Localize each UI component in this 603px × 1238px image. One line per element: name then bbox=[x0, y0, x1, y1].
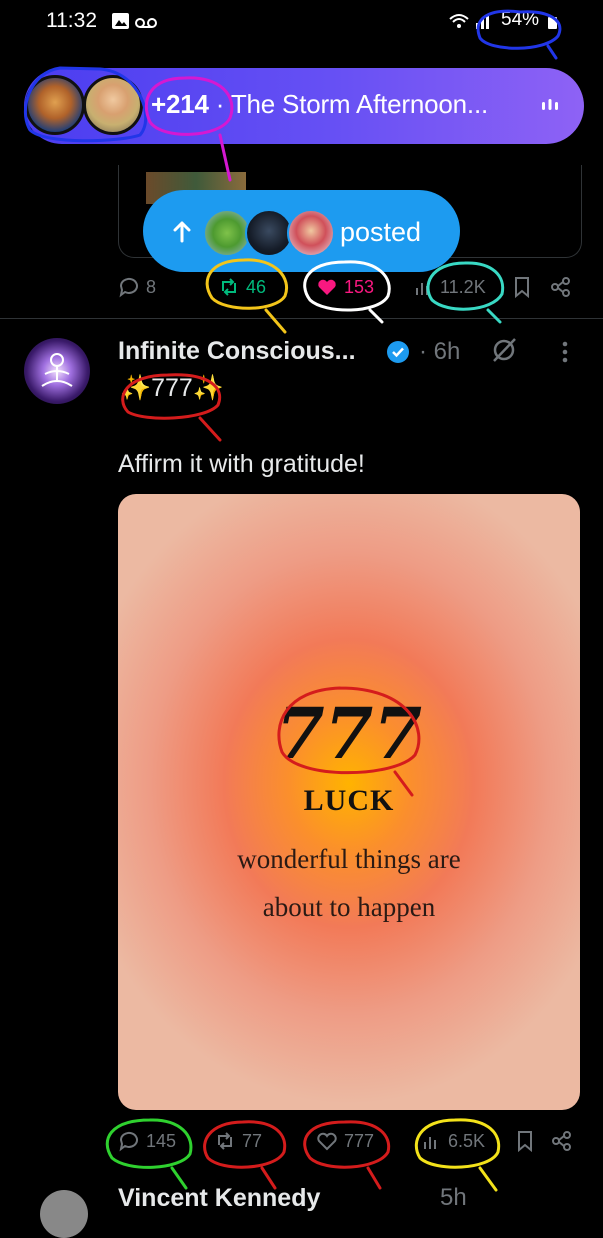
image-text-line2: about to happen bbox=[262, 892, 436, 922]
repost-button[interactable]: 77 bbox=[214, 1130, 262, 1152]
next-author-name[interactable]: Vincent Kennedy bbox=[118, 1184, 320, 1213]
post-image[interactable]: 777 LUCK wonderful things are about to h… bbox=[118, 494, 580, 1110]
poster-avatar-dark bbox=[245, 209, 293, 257]
host-avatar-woman[interactable] bbox=[83, 75, 143, 135]
reply-count: 145 bbox=[146, 1130, 177, 1151]
views-button[interactable]: 11.2K bbox=[412, 276, 486, 298]
views-count: 11.2K bbox=[440, 276, 486, 297]
share-icon[interactable] bbox=[550, 276, 572, 298]
audio-wave-icon bbox=[542, 99, 558, 110]
listener-count: +214 bbox=[151, 89, 209, 119]
heart-filled-icon bbox=[318, 279, 336, 295]
repost-count: 46 bbox=[246, 276, 267, 297]
post-text-line2: Affirm it with gratitude! bbox=[118, 450, 365, 478]
verified-badge-icon bbox=[387, 341, 409, 363]
views-icon bbox=[424, 1137, 436, 1149]
spaces-title: The Storm Afternoon... bbox=[230, 89, 489, 119]
reply-icon bbox=[119, 277, 138, 298]
posted-label: posted bbox=[340, 217, 422, 247]
reply-count: 8 bbox=[146, 276, 157, 297]
image-text-line1: wonderful things are bbox=[237, 844, 461, 874]
repost-count: 77 bbox=[242, 1130, 263, 1151]
repost-icon bbox=[222, 278, 236, 296]
heart-icon bbox=[317, 1132, 337, 1151]
poster-avatar-hat bbox=[287, 209, 335, 257]
author-avatar[interactable] bbox=[24, 338, 90, 404]
image-number: 777 bbox=[275, 692, 423, 775]
spaces-title-line: +214 · The Storm Afternoon... bbox=[151, 89, 488, 120]
like-count: 153 bbox=[344, 276, 375, 297]
post-timestamp[interactable]: · 6h bbox=[419, 338, 460, 366]
reply-button[interactable]: 145 bbox=[118, 1130, 176, 1152]
poster-avatar-frog bbox=[203, 209, 251, 257]
like-button[interactable]: 777 bbox=[316, 1130, 374, 1152]
views-icon bbox=[416, 283, 428, 295]
more-options-icon[interactable] bbox=[560, 340, 570, 364]
views-button[interactable]: 6.5K bbox=[420, 1130, 485, 1152]
author-name[interactable]: Infinite Conscious... bbox=[118, 337, 356, 366]
repost-button[interactable]: 46 bbox=[218, 276, 266, 298]
battery-icon bbox=[548, 17, 557, 29]
reply-button[interactable]: 8 bbox=[118, 276, 156, 298]
signal-icons bbox=[449, 14, 489, 29]
image-heading: LUCK bbox=[303, 784, 395, 817]
battery-percent: 54% bbox=[501, 9, 540, 30]
meditation-figure-icon bbox=[41, 353, 73, 387]
like-button[interactable]: 153 bbox=[316, 276, 374, 298]
repost-icon bbox=[218, 1132, 232, 1150]
post-text-line1: ✨777✨ bbox=[120, 374, 224, 402]
bookmark-icon[interactable] bbox=[516, 1130, 534, 1152]
next-post-timestamp[interactable]: 5h bbox=[440, 1184, 467, 1212]
views-count: 6.5K bbox=[448, 1130, 486, 1151]
like-count: 777 bbox=[344, 1130, 375, 1151]
arrow-up-icon bbox=[173, 221, 191, 243]
separator: · bbox=[215, 89, 225, 119]
status-time: 11:32 bbox=[46, 9, 97, 32]
next-author-avatar[interactable] bbox=[40, 1190, 88, 1238]
post-divider bbox=[0, 318, 603, 319]
grok-icon[interactable] bbox=[490, 336, 518, 364]
bookmark-icon[interactable] bbox=[513, 276, 531, 298]
host-avatar-lion[interactable] bbox=[25, 75, 85, 135]
share-icon[interactable] bbox=[551, 1130, 573, 1152]
notification-icons bbox=[112, 13, 157, 29]
reply-icon bbox=[119, 1131, 138, 1152]
